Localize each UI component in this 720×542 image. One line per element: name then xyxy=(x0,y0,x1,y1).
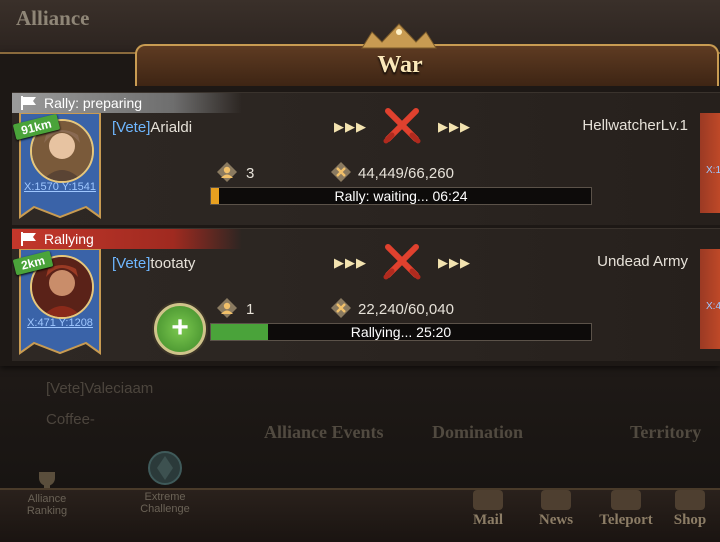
rally-target-name: Undead Army xyxy=(597,253,688,270)
war-panel-title: War xyxy=(377,52,423,78)
alliance-ranking-button[interactable]: Alliance Ranking xyxy=(14,470,80,517)
rally-leader-banner[interactable]: 2km X:471 Y:1208 xyxy=(12,249,104,357)
flag-icon xyxy=(21,96,36,110)
participants-icon xyxy=(217,298,237,318)
participant-count: 3 xyxy=(246,165,255,182)
rally-card[interactable]: Rally: preparing 91km X:1570 Y:1541 [Vet… xyxy=(12,92,720,225)
participant-count: 1 xyxy=(246,301,255,318)
troops-icon xyxy=(331,298,351,318)
shop-icon xyxy=(675,490,705,510)
extreme-challenge-label: Extreme Challenge xyxy=(140,491,190,515)
next-card-edge: X:1 xyxy=(700,113,720,213)
crown-crest-icon xyxy=(361,23,437,49)
alliance-tag: [Vete] xyxy=(112,119,151,136)
rally-leader-name[interactable]: [Vete]tootaty xyxy=(112,255,195,272)
rally-status-text: Rallying xyxy=(44,231,94,247)
nav-shop-label: Shop xyxy=(673,512,707,528)
crossed-swords-icon xyxy=(383,108,421,144)
leader-coordinates-link[interactable]: X:1570 Y:1541 xyxy=(20,181,100,193)
troops-icon xyxy=(331,162,351,182)
crossed-swords-icon xyxy=(383,244,421,280)
news-icon xyxy=(541,490,571,510)
rally-card[interactable]: Rallying 2km X:471 Y:1208 [Vete]tootaty … xyxy=(12,228,720,361)
background-member-name: [Vete]Valeciaam xyxy=(46,380,154,397)
flag-icon xyxy=(21,232,36,246)
nav-mail[interactable]: Mail xyxy=(458,490,518,529)
mail-icon xyxy=(473,490,503,510)
arrows-icon: ▶▶▶ xyxy=(334,119,367,134)
rally-status-banner: Rallying xyxy=(12,229,242,249)
nav-shop[interactable]: Shop xyxy=(662,490,718,529)
alliance-tag: [Vete] xyxy=(112,255,151,272)
trophy-icon xyxy=(39,472,55,488)
join-rally-button[interactable]: + xyxy=(154,303,206,355)
edge-coordinates: X:1 xyxy=(706,165,720,176)
emblem-icon xyxy=(148,451,182,485)
background-member-name: Coffee- xyxy=(46,411,95,428)
rally-leader-banner[interactable]: 91km X:1570 Y:1541 xyxy=(12,113,104,221)
nav-teleport[interactable]: Teleport xyxy=(594,490,658,529)
arrows-icon: ▶▶▶ xyxy=(438,255,471,270)
alliance-ranking-label: Alliance Ranking xyxy=(26,493,68,517)
teleport-icon xyxy=(611,490,641,510)
rally-progress-bar: Rallying... 25:20 xyxy=(210,323,592,341)
nav-news-label: News xyxy=(538,512,574,528)
tab-domination[interactable]: Domination xyxy=(432,422,523,443)
troop-count: 44,449/66,260 xyxy=(358,165,454,182)
arrows-icon: ▶▶▶ xyxy=(334,255,367,270)
participants-icon xyxy=(217,162,237,182)
leader-coordinates-link[interactable]: X:471 Y:1208 xyxy=(20,317,100,329)
progress-label: Rally: waiting... 06:24 xyxy=(334,188,468,204)
extreme-challenge-button[interactable]: Extreme Challenge xyxy=(132,448,198,515)
progress-label: Rallying... 25:20 xyxy=(350,324,452,340)
rally-target-name: HellwatcherLv.1 xyxy=(582,117,688,134)
rally-leader-name[interactable]: [Vete]Arialdi xyxy=(112,119,192,136)
rally-status-text: Rally: preparing xyxy=(44,95,143,111)
arrows-icon: ▶▶▶ xyxy=(438,119,471,134)
tab-alliance-events[interactable]: Alliance Events xyxy=(264,422,384,443)
leader-name-text: Arialdi xyxy=(150,119,193,136)
nav-news[interactable]: News xyxy=(526,490,586,529)
edge-coordinates: X:4 xyxy=(706,301,720,312)
rally-status-banner: Rally: preparing xyxy=(12,93,242,113)
nav-mail-label: Mail xyxy=(473,512,503,528)
tab-territory[interactable]: Territory xyxy=(630,422,701,443)
rally-progress-bar: Rally: waiting... 06:24 xyxy=(210,187,592,205)
leader-name-text: tootaty xyxy=(150,255,196,272)
nav-teleport-label: Teleport xyxy=(599,512,653,528)
troop-count: 22,240/60,040 xyxy=(358,301,454,318)
alliance-screen-title: Alliance xyxy=(16,6,90,30)
next-card-edge: X:4 xyxy=(700,249,720,349)
